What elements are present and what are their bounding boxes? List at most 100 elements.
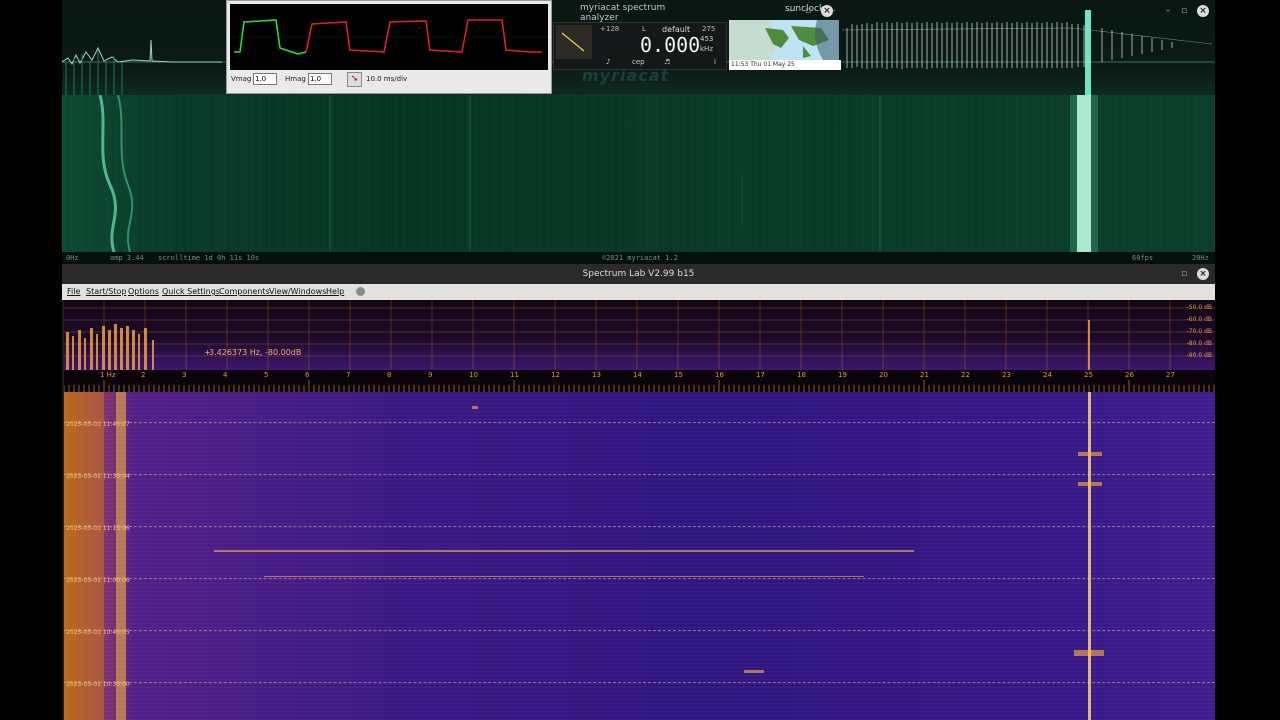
timestamp-label: 2025-05-01 10:30:00 <box>66 681 130 688</box>
timestamp-line <box>64 474 1215 475</box>
frequency-axis[interactable]: 1 Hz 2 3 4 5 6 7 8 9 10 11 12 13 14 15 16 17 18 19 20 21 22 23… <box>64 370 1215 392</box>
timebase-label: 10.0 ms/div <box>366 75 408 83</box>
status-amp: amp 3.44 <box>110 254 144 262</box>
timestamp-line <box>64 682 1215 683</box>
timestamp-label: 2025-05-01 11:15:06 <box>66 525 130 532</box>
vmag-input[interactable] <box>253 73 277 85</box>
dial-gauge-icon <box>556 25 592 59</box>
myriacat-title: myriacat spectrum analyzer <box>580 3 666 23</box>
timestamp-label: 2025-05-01 11:00:06 <box>66 577 130 584</box>
frequency-tick-label: 1 Hz <box>100 371 116 379</box>
readout-level: +128 <box>600 25 620 33</box>
waterfall-display[interactable]: 2025-05-01 11:45:07 2025-05-01 11:30:04 … <box>64 392 1215 720</box>
timestamp-line <box>64 526 1215 527</box>
frequency-tick-label: 26 <box>1125 371 1134 379</box>
readout-side-value: 453 <box>700 35 714 43</box>
note-button[interactable]: ♪ <box>606 58 610 66</box>
readout-unit: kHz <box>700 45 713 53</box>
myriacat-close-button[interactable]: × <box>1197 5 1209 17</box>
db-label-70: -70.0 dB <box>1186 328 1212 335</box>
timestamp-line <box>64 422 1215 423</box>
frequency-tick-label: 3 <box>182 371 187 379</box>
status-scrolltime: scrolltime 1d 0h 11s 10s <box>158 254 260 262</box>
menu-file[interactable]: File <box>67 287 80 296</box>
menu-bar: File Start/Stop Options Quick Settings C… <box>62 284 1215 300</box>
oscilloscope-panel: Vmag Hmag ➘ 10.0 ms/div <box>226 0 552 94</box>
menu-start-stop[interactable]: Start/Stop <box>86 287 126 296</box>
sunclock-window: 11:53 Thu 01 May 25 <box>729 20 841 70</box>
menu-help[interactable]: Help <box>326 287 344 296</box>
vmag-label: Vmag <box>231 75 252 83</box>
spectrum-lab-maximize-button[interactable]: ▫ <box>1178 268 1190 280</box>
cep-button[interactable]: cep <box>632 58 645 66</box>
frequency-tick-label: 27 <box>1166 371 1175 379</box>
sunclock-maximize-button[interactable]: ▫ <box>802 5 814 17</box>
db-label-50: -50.0 dB <box>1186 304 1212 311</box>
db-label-80: -80.0 dB <box>1186 340 1212 347</box>
oscilloscope-controls: Vmag Hmag ➘ 10.0 ms/div <box>227 70 551 92</box>
frequency-tick-label: 19 <box>838 371 847 379</box>
db-label-90: -90.0 dB <box>1186 352 1212 359</box>
timestamp-label: 2025-05-01 10:45:05 <box>66 629 130 636</box>
myriacat-minimize-button[interactable]: – <box>1162 5 1174 17</box>
frequency-readout-panel: +128 L default 275 0.000 453 kHz ♪ cep ♬… <box>553 22 727 70</box>
oscilloscope-trace <box>230 19 548 55</box>
frequency-tick-label: 23 <box>1002 371 1011 379</box>
frequency-tick-label: 8 <box>387 371 392 379</box>
cursor-readout: 3.426373 Hz, -80.00dB <box>209 348 302 357</box>
frequency-tick-label: 11 <box>510 371 519 379</box>
frequency-tick-label: 14 <box>633 371 642 379</box>
spectrum-lab-window: Spectrum Lab V2.99 b15 ▫ × File Start/St… <box>62 264 1215 720</box>
hmag-input[interactable] <box>308 73 332 85</box>
spectrum-graph-canvas: + <box>64 300 1215 370</box>
status-fps: 60fps <box>1132 254 1154 262</box>
spectrum-graph[interactable]: + 3.426373 Hz, -80.00dB -50.0 dB -60.0 d… <box>64 300 1215 370</box>
frequency-tick-label: 22 <box>961 371 970 379</box>
frequency-tick-label: 25 <box>1084 371 1093 379</box>
music-button[interactable]: ♬ <box>664 58 670 66</box>
menu-components[interactable]: Components <box>219 287 270 296</box>
menu-quick-settings[interactable]: Quick Settings <box>162 287 220 296</box>
frequency-tick-label: 2 <box>141 371 146 379</box>
timestamp-label: 2025-05-01 11:45:07 <box>66 421 130 428</box>
sunclock-minimize-button[interactable]: – <box>784 5 796 17</box>
frequency-tick-label: 18 <box>797 371 806 379</box>
frequency-tick-label: 4 <box>223 371 228 379</box>
spectrum-lab-close-button[interactable]: × <box>1197 268 1209 280</box>
spectrum-lab-title: Spectrum Lab V2.99 b15 <box>582 269 695 279</box>
timestamp-line <box>64 630 1215 631</box>
status-freq-min: 0Hz <box>66 254 79 262</box>
timestamp-line <box>64 578 1215 579</box>
frequency-tick-label: 17 <box>756 371 765 379</box>
status-watermark: ©2021 myriacat 1.2 <box>602 254 678 262</box>
sunclock-close-button[interactable]: × <box>821 5 833 17</box>
menu-view-windows[interactable]: View/Windows <box>269 287 326 296</box>
trigger-arrow-icon[interactable]: ➘ <box>347 72 362 87</box>
frequency-tick-label: 16 <box>715 371 724 379</box>
oscilloscope-screen[interactable] <box>230 4 548 70</box>
status-freq-max: 20Hz <box>1192 254 1209 262</box>
myriacat-waterfall[interactable] <box>62 95 1215 252</box>
frequency-tick-label: 13 <box>592 371 601 379</box>
readout-channel: L <box>642 25 646 33</box>
readout-count: 275 <box>702 25 716 33</box>
spectrum-lab-titlebar: Spectrum Lab V2.99 b15 <box>62 264 1215 284</box>
myriacat-waterfall-overlay <box>98 95 1098 252</box>
frequency-tick-label: 7 <box>346 371 351 379</box>
frequency-tick-label: 12 <box>551 371 560 379</box>
frequency-tick-label: 5 <box>264 371 269 379</box>
frequency-tick-label: 10 <box>469 371 478 379</box>
info-button[interactable]: i <box>714 58 716 66</box>
frequency-tick-label: 24 <box>1043 371 1052 379</box>
world-map-icon <box>729 20 839 60</box>
myriacat-statusbar: 0Hz amp 3.44 scrolltime 1d 0h 11s 10s ©2… <box>62 252 1215 264</box>
record-indicator-icon[interactable] <box>356 287 365 296</box>
frequency-tick-label: 20 <box>879 371 888 379</box>
menu-options[interactable]: Options <box>128 287 159 296</box>
frequency-tick-label: 21 <box>920 371 929 379</box>
myriacat-maximize-button[interactable]: ▫ <box>1178 5 1190 17</box>
frequency-tick-label: 9 <box>428 371 433 379</box>
readout-frequency: 0.000 <box>640 33 701 57</box>
timestamp-label: 2025-05-01 11:30:04 <box>66 473 130 480</box>
sunclock-time: 11:53 Thu 01 May 25 <box>729 60 841 70</box>
